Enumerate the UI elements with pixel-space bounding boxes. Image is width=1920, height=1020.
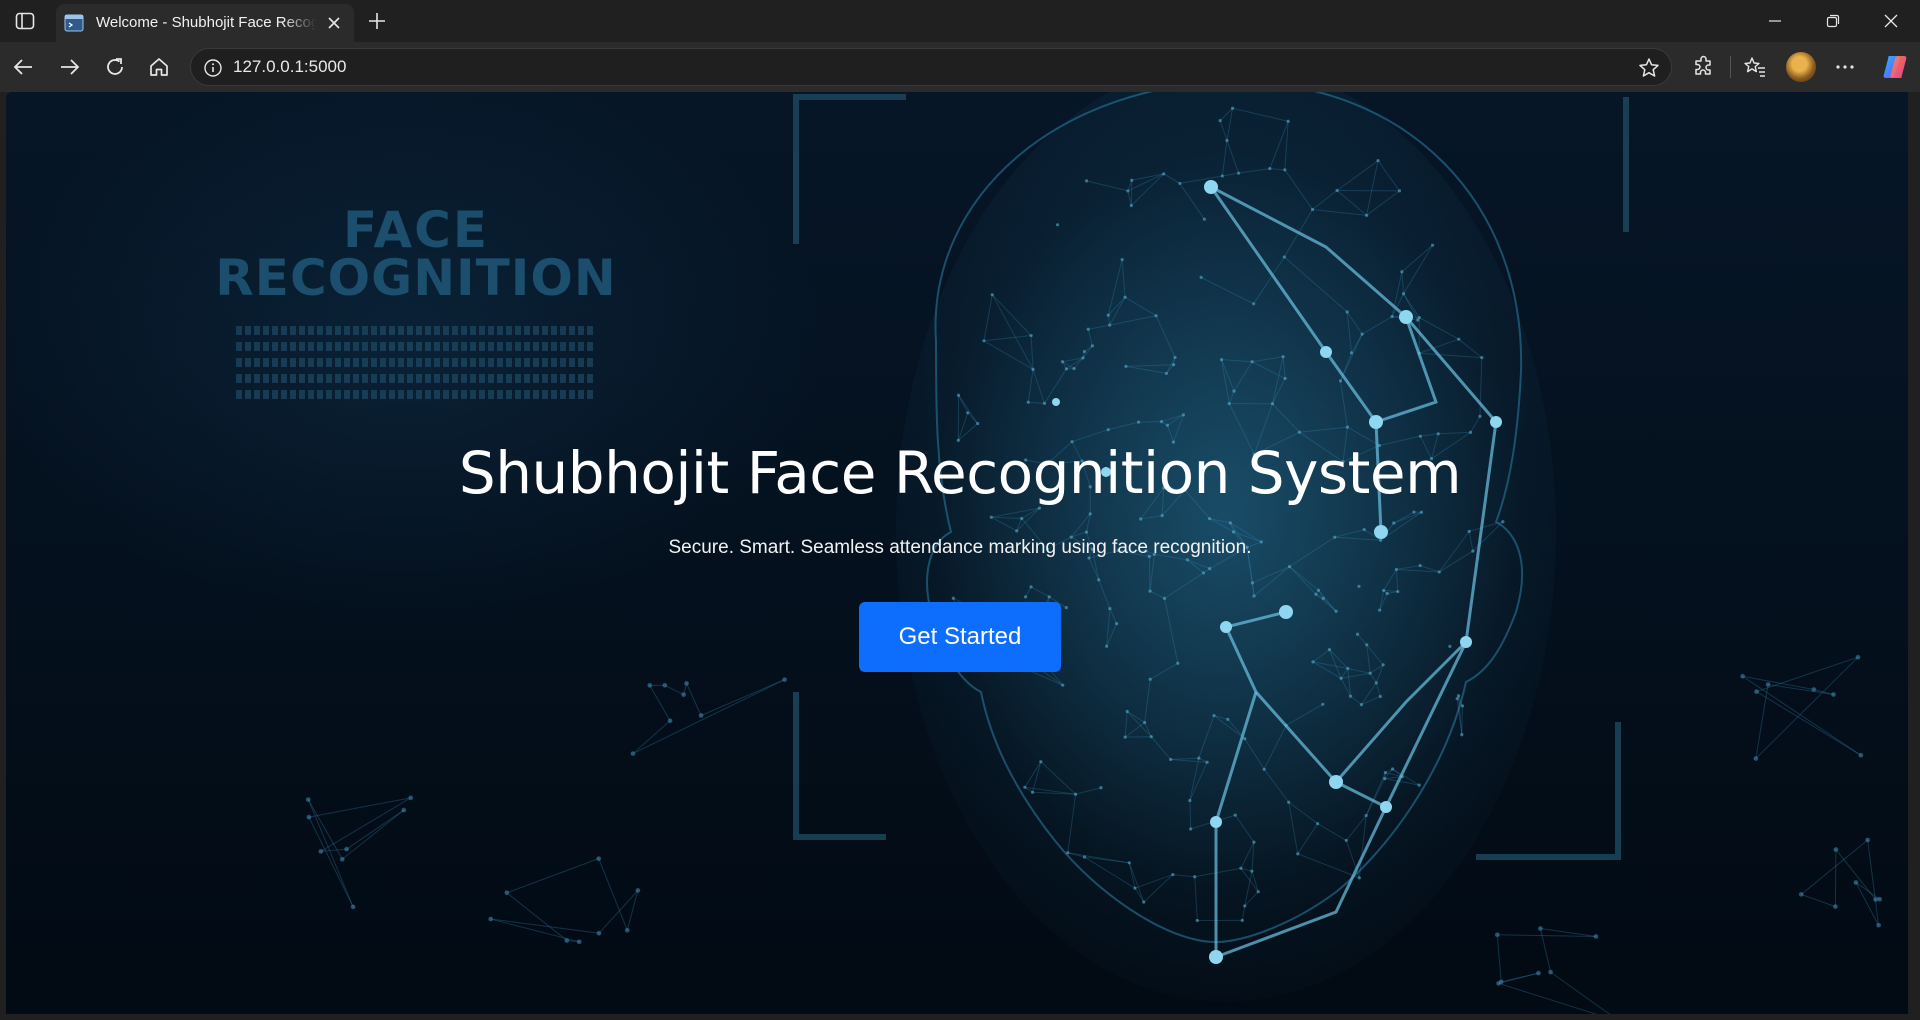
hero-title: Shubhojit Face Recognition System [458,439,1462,507]
home-icon[interactable] [146,54,172,80]
minimize-icon[interactable] [1758,8,1792,34]
sidebar-toggle-icon[interactable] [12,10,38,32]
extensions-icon[interactable] [1691,54,1717,80]
star-icon[interactable] [1637,56,1661,80]
get-started-button[interactable]: Get Started [859,602,1061,672]
page-right-edge [1908,92,1914,1014]
url-text[interactable]: 127.0.0.1:5000 [233,57,346,77]
new-tab-icon[interactable] [364,8,390,34]
avatar[interactable] [1786,52,1816,82]
copilot-icon[interactable] [1880,52,1910,82]
favorites-icon[interactable] [1742,54,1768,80]
window-close-icon[interactable] [1874,8,1908,34]
title-bar: Welcome - Shubhojit Face Recognition Sys… [0,0,1920,42]
tab-welcome[interactable]: Welcome - Shubhojit Face Recognition Sys… [56,4,354,42]
address-bar[interactable]: 127.0.0.1:5000 [190,48,1672,86]
forward-icon[interactable] [56,54,82,80]
hero-section: Shubhojit Face Recognition System Secure… [6,92,1914,1014]
terminal-favicon-icon [64,14,84,32]
hero-subtitle: Secure. Smart. Seamless attendance marki… [668,537,1252,558]
tab-title: Welcome - Shubhojit Face Recognition Sys… [96,14,316,31]
web-page: FACE RECOGNITION Shubhojit Face Recognit… [6,92,1914,1014]
more-icon[interactable] [1832,54,1858,80]
toolbar-divider [1730,56,1731,78]
back-icon[interactable] [11,54,37,80]
reload-icon[interactable] [102,54,128,80]
restore-icon[interactable] [1816,8,1850,34]
info-icon[interactable] [203,58,223,78]
close-icon[interactable] [324,13,344,33]
navigation-bar: 127.0.0.1:5000 [0,42,1920,92]
